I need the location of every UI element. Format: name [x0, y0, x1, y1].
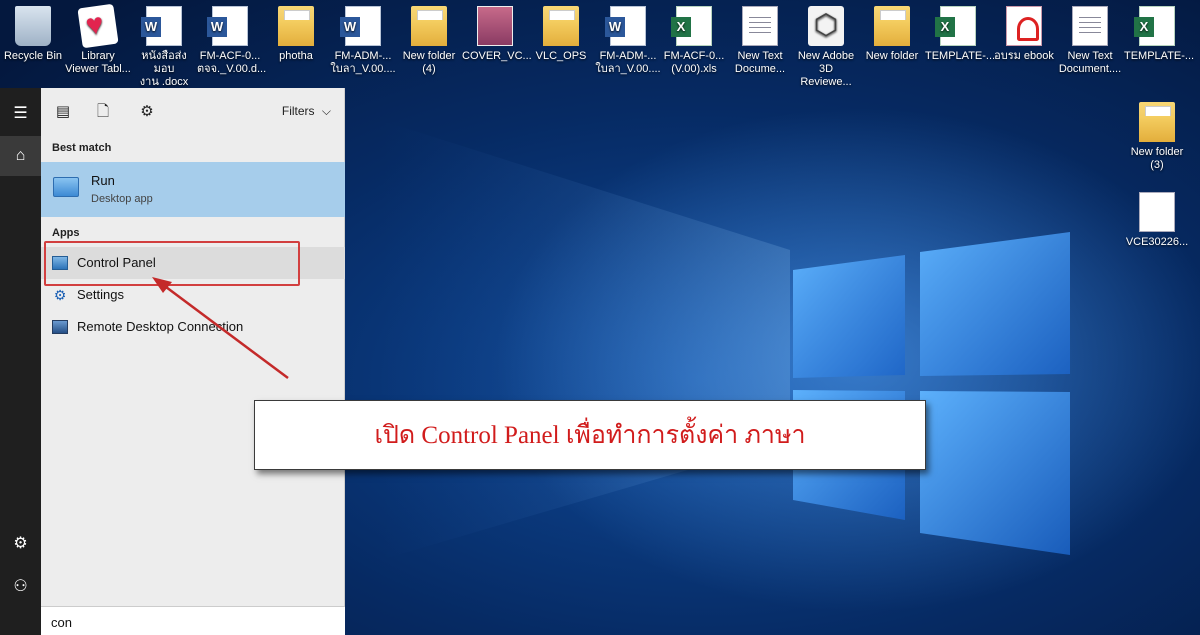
- best-match-subtitle: Desktop app: [91, 193, 153, 205]
- word-document-icon: [340, 6, 381, 46]
- app-item-label: Settings: [77, 287, 124, 302]
- start-menu-rail: ☰ ⌂ ⚙ ⚇: [0, 88, 41, 635]
- documents-view-icon[interactable]: ▤: [53, 102, 73, 122]
- desktop-icon[interactable]: หนังสือส่งมอบ งาน .docx: [131, 0, 197, 89]
- desktop-icon-label: อบรม ebook: [994, 50, 1054, 62]
- desktop-icon[interactable]: New Text Document....: [1057, 0, 1123, 76]
- folder-icon: [1139, 102, 1175, 142]
- best-match-run-item[interactable]: Run Desktop app: [41, 162, 345, 217]
- hamburger-menu-icon[interactable]: ☰: [0, 93, 41, 133]
- desktop-icon-label: FM-ACF-0... ตจจ._V.00.d...: [197, 50, 267, 75]
- annotation-callout: เปิด Control Panel เพื่อทำการตั้งค่า ภาษ…: [254, 400, 926, 470]
- desktop-icon-label: TEMPLATE-...: [1124, 50, 1195, 62]
- folder-icon: [543, 6, 579, 46]
- desktop-icon-label: New Text Docume...: [734, 50, 786, 75]
- best-match-heading: Best match: [52, 142, 112, 154]
- run-app-icon: [53, 177, 79, 197]
- desktop-icon-label: หนังสือส่งมอบ งาน .docx: [139, 50, 189, 88]
- desktop-icon[interactable]: FM-ACF-0... (V.00).xls: [661, 0, 727, 76]
- desktop-icon-label: COVER_VC...: [462, 50, 532, 62]
- desktop-icon[interactable]: photha: [263, 0, 329, 63]
- desktop-icon[interactable]: FM-ADM-... ใบลา_V.00....: [330, 0, 396, 76]
- excel-document-icon: [1134, 6, 1175, 46]
- excel-document-icon: [671, 6, 712, 46]
- image-file-icon: [477, 6, 513, 46]
- adobe-3d-icon: [808, 6, 844, 46]
- desktop-icon[interactable]: New folder: [859, 0, 925, 63]
- desktop-icon-label: VLC_OPS: [535, 50, 587, 62]
- app-item-remote-desktop[interactable]: Remote Desktop Connection: [41, 311, 345, 343]
- desktop-icon-label: FM-ADM-... ใบลา_V.00....: [330, 50, 396, 75]
- desktop-icon[interactable]: New folder (4): [396, 0, 462, 76]
- folder-icon: [874, 6, 910, 46]
- recycle-bin-icon: [15, 6, 51, 46]
- start-menu-panel: ▤ 🗋 ⚙ Filters ⌵ Best match Run Desktop a…: [41, 88, 345, 635]
- remote-desktop-icon: [52, 320, 68, 334]
- desktop-icon-label: VCE30226...: [1125, 236, 1189, 248]
- desktop-icon[interactable]: New Adobe 3D Reviewe...: [793, 0, 859, 89]
- desktop-icon-label: New folder: [865, 50, 919, 62]
- desktop-icon-label: Library Viewer Tabl...: [65, 50, 131, 75]
- desktop-icon[interactable]: TEMPLATE-...: [1124, 0, 1195, 63]
- desktop-icon-label: photha: [279, 50, 313, 62]
- desktop-icon-label: FM-ADM-... ใบลา_V.00....: [595, 50, 661, 75]
- desktop-icon[interactable]: VLC_OPS: [528, 0, 594, 63]
- desktop-icon[interactable]: New folder (3): [1124, 96, 1190, 172]
- gear-icon[interactable]: ⚙: [137, 102, 157, 122]
- apps-heading: Apps: [52, 227, 80, 239]
- word-document-icon: [605, 6, 646, 46]
- callout-text: เปิด Control Panel เพื่อทำการตั้งค่า ภาษ…: [374, 422, 806, 449]
- desktop-icon[interactable]: VCE30226...: [1124, 186, 1190, 249]
- desktop-icon[interactable]: Library Viewer Tabl...: [65, 0, 131, 76]
- gear-icon: ⚙: [53, 287, 67, 303]
- library-viewer-icon: [77, 3, 119, 49]
- text-document-icon: [1072, 6, 1108, 46]
- text-document-icon: [742, 6, 778, 46]
- desktop-icon[interactable]: อบรม ebook: [991, 0, 1057, 63]
- desktop-icon[interactable]: FM-ACF-0... ตจจ._V.00.d...: [197, 0, 267, 76]
- desktop-icon-label: New folder (3): [1130, 146, 1184, 171]
- gear-icon[interactable]: ⚙: [0, 523, 41, 563]
- search-input[interactable]: [51, 613, 331, 631]
- document-icon[interactable]: 🗋: [93, 102, 113, 122]
- folder-icon: [411, 6, 447, 46]
- desktop-icon-label: TEMPLATE-...: [925, 50, 996, 62]
- annotation-highlight-box: [44, 241, 300, 286]
- filters-label: Filters: [281, 104, 315, 118]
- desktop-icon-label: New Text Document....: [1058, 50, 1122, 75]
- search-filter-toolbar: ▤ 🗋 ⚙ Filters ⌵: [41, 88, 345, 136]
- desktop-icon[interactable]: FM-ADM-... ใบลา_V.00....: [595, 0, 661, 76]
- chevron-down-icon: ⌵: [321, 104, 331, 118]
- excel-document-icon: [935, 6, 976, 46]
- desktop-icon-label: FM-ACF-0... (V.00).xls: [663, 50, 725, 75]
- desktop-icon-label: Recycle Bin: [3, 50, 63, 62]
- user-icon[interactable]: ⚇: [0, 566, 41, 606]
- desktop-icon-label: New folder (4): [402, 50, 456, 75]
- desktop-icon[interactable]: TEMPLATE-...: [925, 0, 996, 63]
- blank-file-icon: [1139, 192, 1175, 232]
- desktop-icon[interactable]: COVER_VC...: [462, 0, 532, 63]
- folder-icon: [278, 6, 314, 46]
- filters-button[interactable]: Filters ⌵: [282, 104, 331, 119]
- word-document-icon: [207, 6, 248, 46]
- best-match-title: Run: [91, 173, 115, 188]
- word-document-icon: [141, 6, 182, 46]
- search-box[interactable]: [41, 606, 345, 635]
- desktop-icon[interactable]: New Text Docume...: [727, 0, 793, 76]
- app-item-label: Remote Desktop Connection: [77, 319, 244, 334]
- pdf-document-icon: [1006, 6, 1042, 46]
- desktop-icon-label: New Adobe 3D Reviewe...: [797, 50, 855, 88]
- home-icon[interactable]: ⌂: [0, 136, 41, 176]
- desktop-icon[interactable]: Recycle Bin: [0, 0, 66, 63]
